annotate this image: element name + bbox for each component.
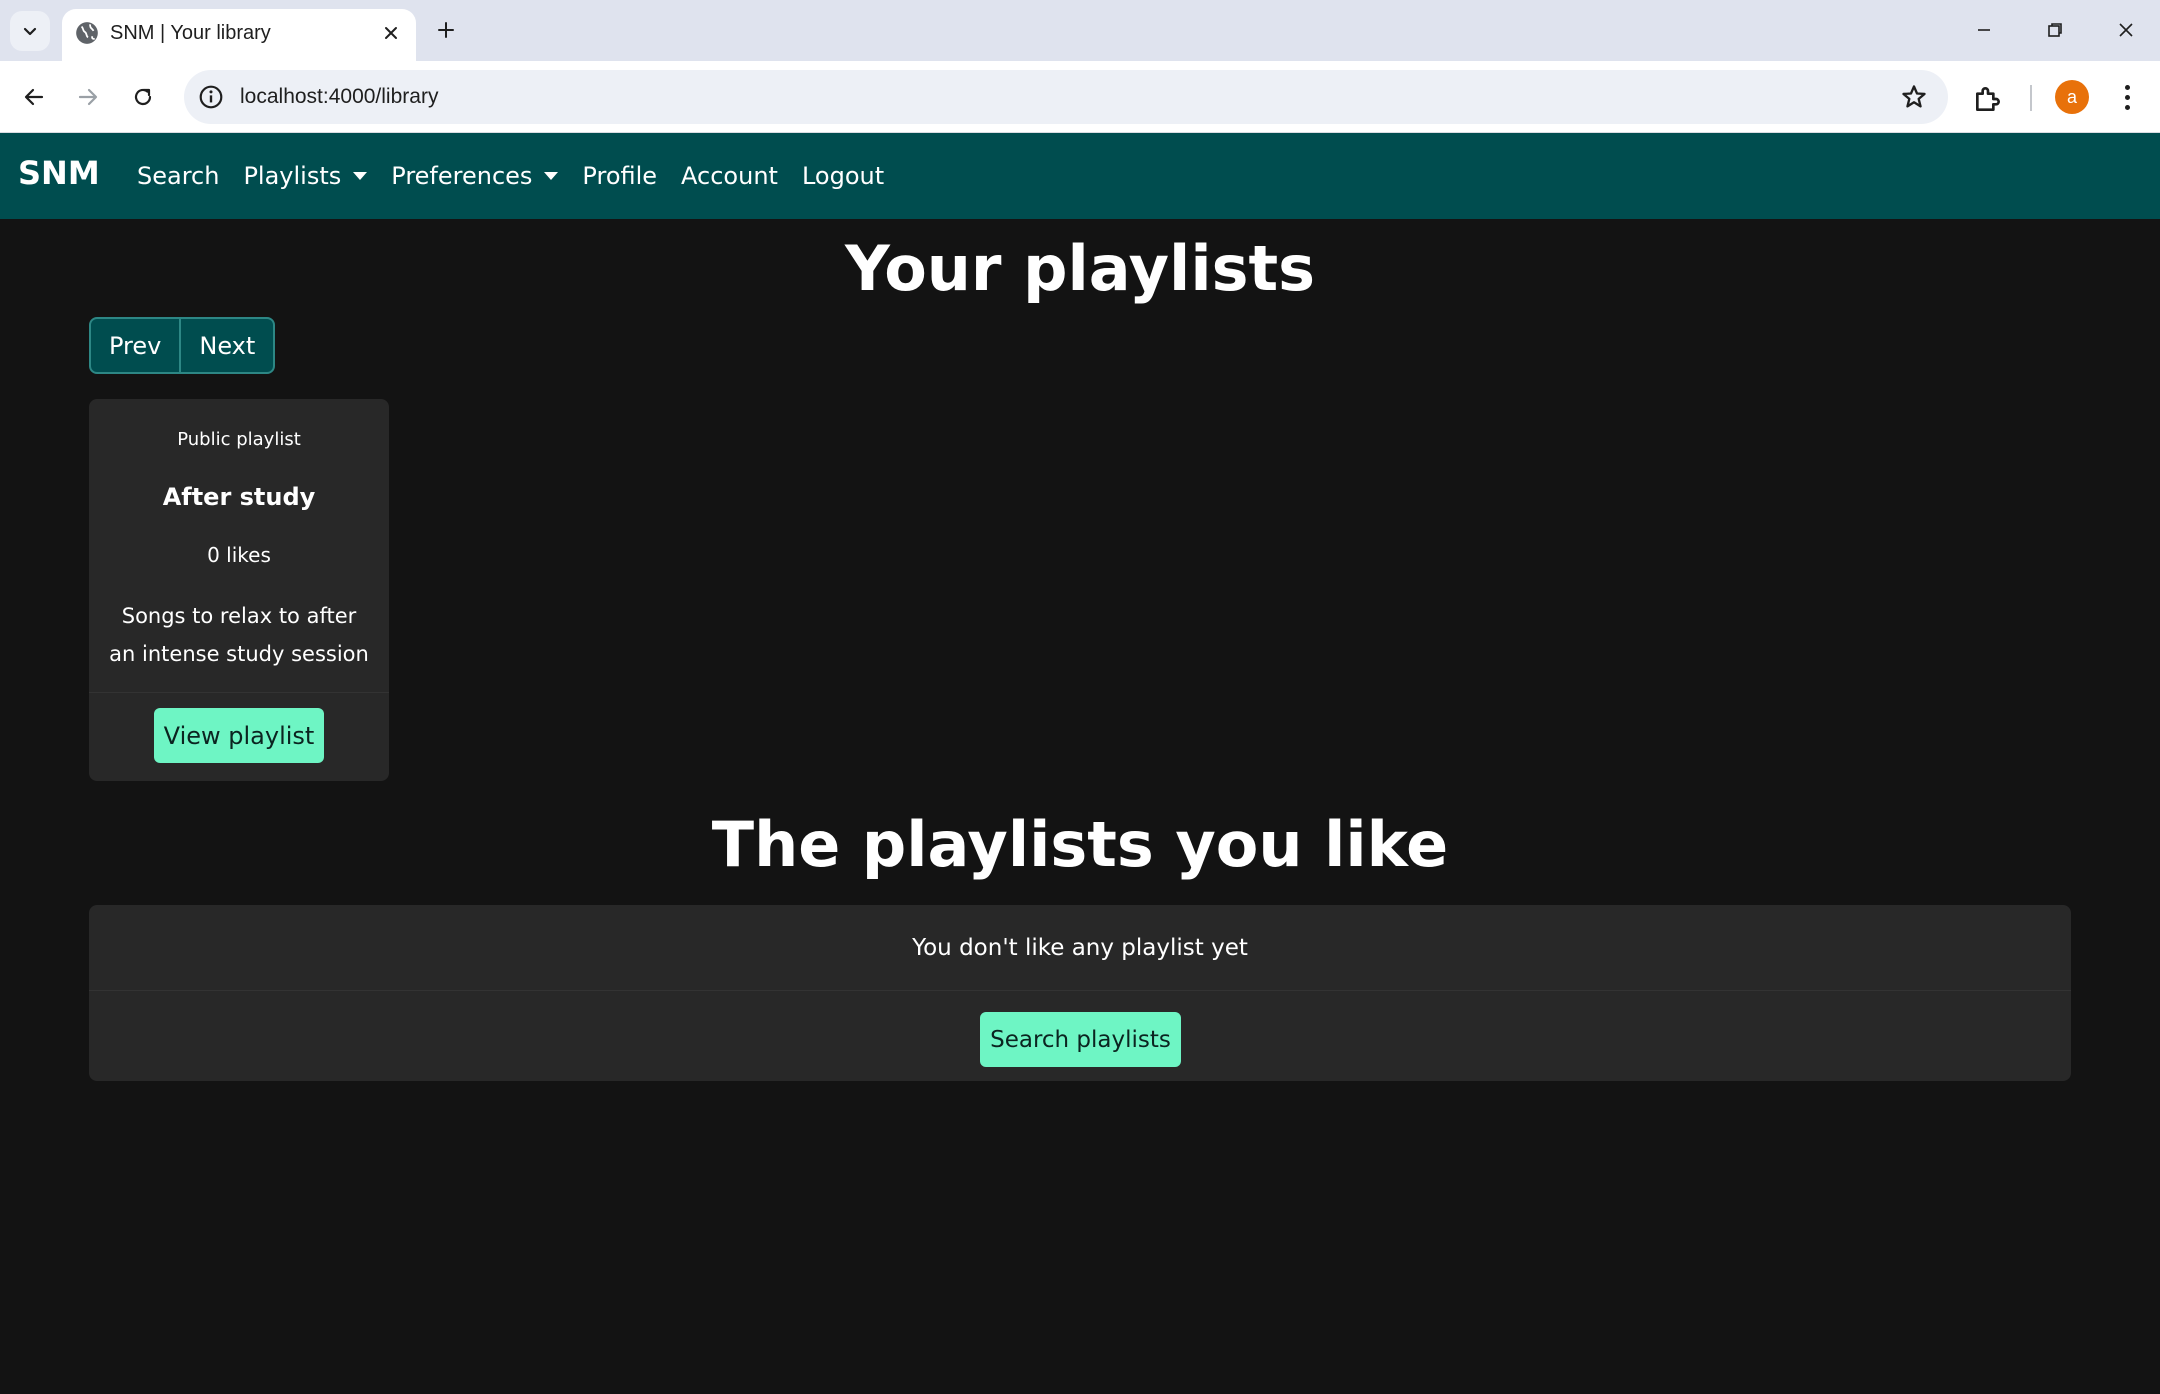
view-playlist-button[interactable]: View playlist — [154, 708, 324, 763]
tab-search-button[interactable] — [10, 11, 50, 51]
nav-dropdown-playlists[interactable]: Playlists — [231, 133, 379, 219]
arrow-left-icon — [24, 88, 44, 106]
close-icon — [2119, 23, 2133, 37]
minimize-button[interactable] — [1954, 10, 2014, 50]
empty-liked-message: You don't like any playlist yet — [912, 935, 1248, 961]
playlist-likes: 0 likes — [207, 543, 271, 567]
brand-logo[interactable]: SNM — [18, 154, 100, 192]
liked-playlists-card: You don't like any playlist yet Search p… — [89, 905, 2071, 1081]
address-bar[interactable]: localhost:4000/library — [184, 70, 1948, 124]
plus-icon — [438, 22, 454, 38]
toolbar-divider — [2030, 85, 2032, 111]
nav-link-search[interactable]: Search — [125, 133, 231, 219]
site-info-icon[interactable] — [198, 84, 224, 110]
your-playlists-heading: Your playlists — [844, 232, 1316, 305]
browser-menu-kebab-icon[interactable] — [2112, 81, 2142, 113]
pagination-group: Prev Next — [89, 317, 276, 374]
playlist-card-footer: View playlist — [89, 692, 389, 781]
back-button[interactable] — [12, 75, 56, 119]
nav-link-label: Search — [137, 162, 220, 190]
close-window-button[interactable] — [2096, 10, 2156, 50]
extensions-puzzle-icon[interactable] — [1972, 83, 2004, 115]
nav-link-label: Preferences — [391, 162, 533, 190]
restore-icon — [2048, 23, 2062, 37]
playlist-visibility: Public playlist — [177, 429, 301, 450]
nav-link-logout[interactable]: Logout — [790, 133, 896, 219]
forward-button[interactable] — [66, 75, 110, 119]
arrow-right-icon — [78, 88, 98, 106]
browser-toolbar: localhost:4000/library a — [0, 61, 2160, 133]
new-tab-button[interactable] — [430, 14, 462, 46]
url-text[interactable]: localhost:4000/library — [240, 85, 438, 109]
globe-icon — [76, 22, 98, 44]
nav-link-label: Logout — [801, 162, 885, 190]
restore-button[interactable] — [2025, 10, 2085, 50]
chevron-down-icon — [23, 27, 37, 36]
liked-card-footer: Search playlists — [89, 990, 2071, 1081]
nav-link-label: Account — [681, 162, 778, 190]
nav-link-label: Profile — [582, 162, 658, 190]
nav-link-label: Playlists — [243, 162, 342, 190]
tab-close-button[interactable] — [378, 20, 404, 46]
caret-down-icon — [544, 172, 559, 180]
site-navbar: SNM Search Playlists Preferences Profile… — [0, 133, 2160, 219]
minimize-icon — [1978, 29, 1990, 31]
playlist-card: Public playlist After study 0 likes Song… — [89, 399, 389, 781]
playlist-title: After study — [162, 483, 316, 511]
profile-avatar[interactable]: a — [2055, 80, 2089, 114]
prev-button[interactable]: Prev — [91, 319, 179, 372]
browser-tab-active[interactable]: SNM | Your library — [62, 9, 416, 61]
tab-title: SNM | Your library — [110, 22, 271, 44]
nav-link-account[interactable]: Account — [669, 133, 790, 219]
nav-link-profile[interactable]: Profile — [570, 133, 669, 219]
search-playlists-button[interactable]: Search playlists — [980, 1012, 1181, 1067]
browser-tabstrip: SNM | Your library — [0, 0, 2160, 61]
next-button[interactable]: Next — [179, 319, 273, 372]
reload-button[interactable] — [121, 75, 165, 119]
bookmark-star-icon[interactable] — [1900, 83, 1928, 111]
caret-down-icon — [353, 172, 368, 180]
close-icon — [385, 27, 397, 39]
nav-links: Search Playlists Preferences Profile Acc… — [125, 133, 896, 219]
playlist-description: Songs to relax to after an intense study… — [109, 604, 369, 666]
reload-icon — [134, 88, 152, 106]
nav-dropdown-preferences[interactable]: Preferences — [379, 133, 570, 219]
liked-playlists-heading: The playlists you like — [711, 808, 1449, 881]
